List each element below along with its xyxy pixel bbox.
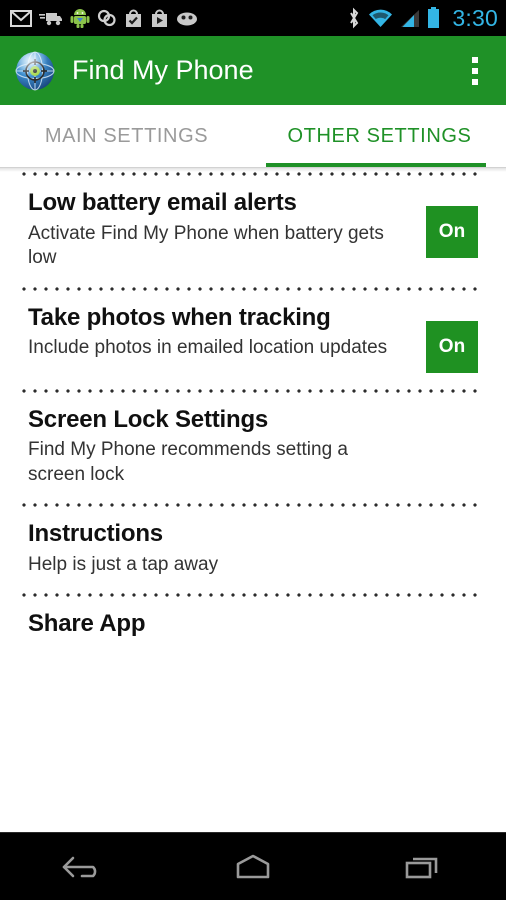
gmail-icon: [10, 9, 32, 27]
status-bar-notification-icons: [10, 8, 198, 28]
back-arrow-icon: [63, 856, 97, 877]
settings-list: Low battery email alerts Activate Find M…: [0, 172, 506, 832]
tab-main-settings-label: MAIN SETTINGS: [44, 124, 209, 147]
status-bar-clock: 3:30: [452, 4, 498, 31]
cyanogen-face-icon: [177, 12, 197, 25]
status-bar: 3:30: [0, 0, 506, 36]
list-item-screen-lock-settings[interactable]: Screen Lock Settings Find My Phone recom…: [0, 393, 506, 504]
list-item-instructions[interactable]: Instructions Help is just a tap away: [0, 507, 506, 593]
globe-target-app-icon: [15, 50, 55, 91]
tab-other-settings-label: OTHER SETTINGS: [287, 124, 472, 147]
back-button[interactable]: [36, 841, 132, 893]
list-item-text: Low battery email alerts Activate Find M…: [28, 189, 416, 271]
android-screen: 3:30 Find My Phone MAIN SETTINGS OTHER S…: [0, 0, 506, 900]
overflow-menu-icon[interactable]: [460, 50, 490, 92]
tab-bar: MAIN SETTINGS OTHER SETTINGS: [0, 105, 506, 168]
list-item-title: Take photos when tracking: [28, 303, 331, 331]
wifi-icon: [369, 9, 393, 27]
list-item-title: Low battery email alerts: [28, 189, 297, 216]
link-icon: [97, 9, 116, 27]
list-item-subtitle: Find My Phone recommends setting a scree…: [28, 439, 348, 485]
list-item-low-battery-email-alerts[interactable]: Low battery email alerts Activate Find M…: [0, 176, 506, 287]
cellular-signal-icon: [401, 9, 420, 27]
delivery-truck-icon: [39, 12, 62, 25]
list-item-text: Screen Lock Settings Find My Phone recom…: [28, 405, 486, 488]
list-item-text: Share App: [28, 610, 486, 638]
android-robot-icon: [70, 9, 90, 28]
list-item-title: Share App: [28, 610, 146, 638]
recents-squares-icon: [405, 857, 437, 878]
list-item-title: Screen Lock Settings: [28, 405, 269, 433]
tab-main-settings[interactable]: MAIN SETTINGS: [0, 105, 253, 167]
list-item-subtitle: Include photos in emailed location updat…: [28, 337, 388, 359]
list-item-subtitle: Activate Find My Phone when battery gets…: [28, 222, 384, 269]
play-store-icon: [152, 9, 167, 27]
list-item-text: Take photos when tracking Include photos…: [28, 303, 416, 361]
list-item-text: Instructions Help is just a tap away: [28, 520, 486, 577]
list-item-share-app[interactable]: Share App: [0, 597, 506, 654]
recents-button[interactable]: [374, 841, 470, 893]
list-item-subtitle: Help is just a tap away: [28, 553, 219, 575]
list-item-title: Instructions: [28, 520, 163, 547]
system-navigation-bar: [0, 832, 506, 900]
toggle-take-photos-when-tracking[interactable]: On: [426, 320, 478, 373]
home-button[interactable]: [205, 841, 301, 893]
list-item-take-photos-when-tracking[interactable]: Take photos when tracking Include photos…: [0, 291, 506, 389]
tab-other-settings[interactable]: OTHER SETTINGS: [253, 105, 506, 167]
toggle-low-battery-email-alerts[interactable]: On: [426, 206, 478, 258]
status-bar-system-icons: 3:30: [347, 4, 498, 31]
battery-icon: [428, 7, 440, 28]
bluetooth-icon: [350, 7, 359, 29]
home-pentagon-icon: [236, 854, 270, 878]
app-title: Find My Phone: [72, 55, 254, 85]
checked-bag-icon: [126, 9, 141, 27]
app-bar: Find My Phone: [0, 36, 506, 105]
